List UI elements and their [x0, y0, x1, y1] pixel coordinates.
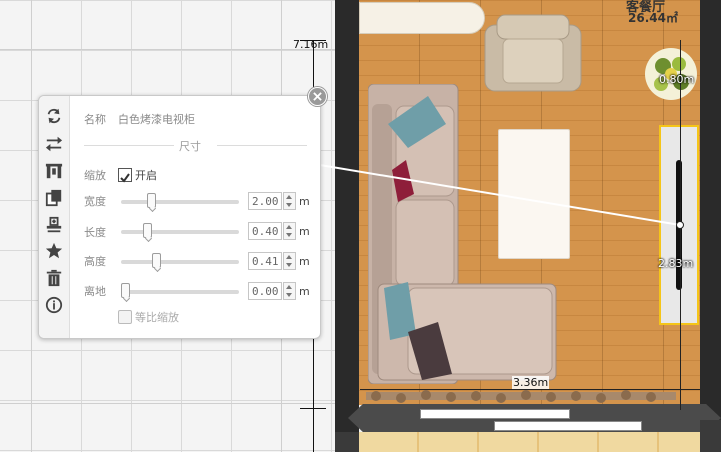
star-icon[interactable] [44, 241, 64, 261]
properties-panel[interactable]: 名称 白色烤漆电视柜 尺寸 缩放 开启 宽度 2.00 m 长度 0.40 m … [38, 95, 321, 339]
armchair[interactable] [483, 13, 583, 93]
scale-checkbox[interactable] [118, 168, 132, 183]
section-divider [217, 145, 307, 146]
dimension-label-measure: 2.83m [658, 257, 694, 270]
wall-right[interactable] [700, 0, 721, 420]
length-label: 长度 [84, 226, 106, 239]
top-shelf[interactable] [359, 2, 485, 34]
align-icon[interactable] [44, 161, 64, 181]
height-input[interactable]: 0.41 [248, 252, 282, 270]
name-label: 名称 [84, 113, 106, 126]
width-label: 宽度 [84, 195, 106, 208]
length-input[interactable]: 0.40 [248, 222, 282, 240]
window[interactable] [420, 409, 570, 419]
height-unit: m [299, 255, 310, 268]
width-spinner[interactable] [283, 192, 296, 210]
dimension-line-horizontal [360, 389, 700, 390]
dimension-label-height: 7.16m [293, 38, 329, 51]
rotate-icon[interactable] [44, 106, 64, 126]
height-label: 高度 [84, 255, 106, 268]
stamp-icon[interactable] [44, 215, 64, 235]
close-icon[interactable] [308, 87, 327, 106]
name-value: 白色烤漆电视柜 [118, 113, 195, 126]
balcony-tiles[interactable] [359, 432, 700, 452]
grid-line [31, 0, 32, 452]
section-title: 尺寸 [179, 140, 201, 153]
flip-icon[interactable] [44, 134, 64, 154]
length-unit: m [299, 225, 310, 238]
elevation-spinner[interactable] [283, 282, 296, 300]
width-slider-thumb[interactable] [147, 193, 157, 208]
dimension-line-vertical [680, 40, 681, 410]
width-unit: m [299, 195, 310, 208]
elevation-label: 离地 [84, 285, 106, 298]
grid-line [0, 49, 335, 50]
window[interactable] [494, 421, 642, 431]
elevation-slider[interactable] [121, 290, 239, 294]
proportional-checkbox[interactable] [118, 310, 132, 324]
length-spinner[interactable] [283, 222, 296, 240]
height-spinner[interactable] [283, 252, 296, 270]
height-slider[interactable] [121, 260, 239, 264]
elevation-slider-thumb[interactable] [121, 283, 130, 298]
coffee-table[interactable] [498, 129, 570, 259]
width-slider[interactable] [121, 200, 239, 204]
length-slider[interactable] [121, 230, 239, 234]
wall-corner [700, 420, 721, 452]
tv-screen [676, 160, 682, 290]
dimension-label-bottom: 3.36m [512, 376, 550, 389]
wall-left[interactable] [335, 0, 359, 452]
wall-corner [335, 432, 359, 452]
height-slider-thumb[interactable] [151, 253, 161, 268]
width-input[interactable]: 2.00 [248, 192, 282, 210]
section-divider [84, 145, 174, 146]
elevation-unit: m [299, 285, 310, 298]
proportional-label: 等比缩放 [135, 311, 179, 324]
length-slider-thumb[interactable] [142, 223, 152, 238]
info-icon[interactable] [44, 295, 64, 315]
scale-option-label: 开启 [135, 169, 157, 182]
copy-icon[interactable] [44, 188, 64, 208]
panel-toolbar [39, 96, 70, 338]
scale-label: 缩放 [84, 169, 106, 182]
grid-line [0, 403, 335, 404]
dimension-label-plant: 0.80m [659, 73, 695, 86]
dimension-tick [300, 408, 326, 409]
room-area: 26.44㎡ [628, 11, 678, 25]
elevation-input[interactable]: 0.00 [248, 282, 282, 300]
delete-icon[interactable] [44, 268, 64, 288]
